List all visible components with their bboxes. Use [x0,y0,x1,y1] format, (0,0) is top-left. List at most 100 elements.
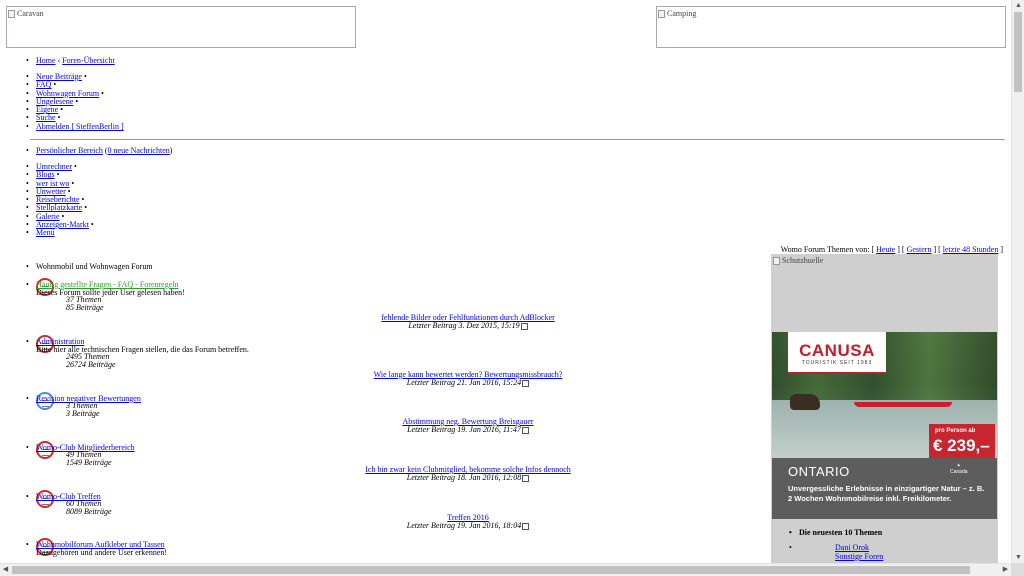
forum-stats: 3 Themen 3 Beiträge [66,401,100,419]
nav-separator: • [73,162,77,171]
list-item: Dani Orok Sonstige Foren [789,543,883,561]
bullet: • [26,540,29,549]
newest-topics-heading: Die neuesten 10 Themen [789,528,883,537]
sidebar-banner-alt: Schutzhuelle [782,256,824,265]
nav-link-logout[interactable]: Abmelden [ SteffenBerlin ] [36,122,124,131]
forum-posts-count: 8089 Beiträge [66,507,112,517]
category-title: Wohnmobil und Wohnwagen Forum [36,262,153,271]
recent-topics-prefix: Womo Forum Themen von: [780,245,870,254]
personal-nav: Persönlicher Bereich (0 neue Nachrichten… [26,146,173,155]
broken-image-icon [8,9,15,18]
last-post-time: Letzter Beitrag 19. Jan 2016, 18:04 [406,521,522,531]
canada-logo: ✦ Canada [950,463,968,475]
nav-separator: • [75,96,79,106]
caravan-banner-alt: Caravan [17,9,44,18]
forum-last-post: Abstimmung neg. Bewertung Breisgauer Let… [328,417,608,435]
scroll-up-icon[interactable]: ▲ [1014,1,1023,10]
breadcrumb-home-link[interactable]: Home [36,56,56,65]
nav-separator: • [71,178,75,188]
messages-link[interactable]: 0 neue Nachrichten [108,146,170,155]
nav-separator: • [60,105,64,115]
last-post-time: Letzter Beitrag 18. Jan 2016, 12:08 [406,473,522,483]
broken-image-icon [658,9,665,18]
recent-yesterday-link[interactable]: Gestern [907,245,932,254]
scroll-down-icon[interactable]: ▼ [1014,553,1023,562]
forum-row: • Administration Bitte hier alle technis… [26,335,766,393]
ad-logo-box: CANUSA TOURISTIK SEIT 1983 [788,332,886,374]
goto-last-post-icon[interactable] [522,379,530,387]
tools-item-menu: Menü [26,228,94,238]
nav-separator: • [84,203,88,213]
breadcrumb-item: Home ‹ Foren-Übersicht [26,56,115,65]
forum-description: Dieses Forum sollte jeder User gelesen h… [36,288,185,297]
ad-price-prefix: pro Person ab [935,428,976,434]
messages-close-paren: ) [169,146,173,155]
vertical-scrollbar[interactable]: ▲ ▼ [1011,0,1024,563]
forum-stats: 2495 Themen 26724 Beiträge [66,352,116,370]
forum-description: Dazugehören und andere User erkennen! [36,548,168,557]
ad-price: € 239,– [933,436,990,455]
tools-link-menu[interactable]: Menü [36,228,55,237]
horizontal-scroll-thumb[interactable] [12,566,970,574]
camping-banner-alt: Camping [667,9,697,18]
ad-region: ONTARIO [788,464,850,479]
nav-item-logout: Abmelden [ SteffenBerlin ] [26,122,124,131]
divider [30,139,1005,140]
ad-brand-sub: TOURISTIK SEIT 1983 [801,360,873,366]
goto-last-post-icon[interactable] [522,522,530,530]
canada-logo-text: Canada [950,469,968,475]
newest-topic-forum-link[interactable]: Sonstige Foren [799,552,883,561]
broken-image-icon [773,256,780,265]
camping-banner[interactable]: Camping [656,6,1006,48]
forum-row: • Wohnmobilforum Aufkleber und Tassen Da… [26,538,766,562]
forum-posts-count: 26724 Beiträge [66,360,116,370]
bullet: • [26,262,29,271]
sidebar-banner[interactable]: Schutzhuelle [773,256,823,265]
personal-item: Persönlicher Bereich (0 neue Nachrichten… [26,146,173,155]
vertical-scroll-thumb[interactable] [1014,12,1022,92]
recent-48h-link[interactable]: letzte 48 Stunden [943,245,999,254]
forum-stats: 60 Themen 8089 Beiträge [66,499,112,517]
bullet: • [26,280,29,289]
forum-row: • Womo-Club Mitgliederbereich 49 Themen … [26,441,766,499]
ad-text-panel: ONTARIO Unvergessliche Erlebnisse in ein… [772,458,997,519]
recent-topics-bar: Womo Forum Themen von: [ Heute ] [ Geste… [780,245,1003,254]
page: Caravan Camping Home ‹ Foren-Übersicht N… [0,0,1011,563]
bullet: • [26,394,29,403]
forum-stats: 49 Themen 1549 Beiträge [66,450,112,468]
recent-today-link[interactable]: Heute [876,245,895,254]
nav-separator: • [101,88,104,98]
forum-posts-count: 85 Beiträge [66,303,104,313]
personal-area-link[interactable]: Persönlicher Bereich [36,146,103,155]
bullet: • [26,492,29,501]
forum-last-post: Treffen 2016 Letzter Beitrag 19. Jan 201… [328,513,608,531]
bullet: • [26,443,29,452]
goto-last-post-icon[interactable] [521,426,529,434]
goto-last-post-icon[interactable] [520,322,528,330]
forum-posts-count: 3 Beiträge [66,409,100,419]
breadcrumb: Home ‹ Foren-Übersicht [26,56,115,65]
forum-stats: 37 Themen 85 Beiträge [66,295,104,313]
main-nav: Neue Beiträge• FAQ• Wohnwagen Forum• Ung… [26,72,124,131]
goto-last-post-icon[interactable] [522,474,530,482]
forum-last-post: fehlende Bilder oder Fehlfunktionen durc… [328,313,608,331]
forum-last-post: Ich bin zwar kein Clubmitglied, bekomme … [328,465,608,483]
moose-image [790,394,820,410]
forum-last-post: Wie lange kann bewertet werden? Bewertun… [328,370,608,388]
forum-row: • Revision negativer Bewertungen 3 Theme… [26,392,766,450]
horizontal-scrollbar[interactable]: ◀ ▶ [0,563,1011,576]
scrollbar-corner [1011,563,1024,576]
sidebar: Schutzhuelle CANUSA TOURISTIK SEIT 1983 … [771,254,998,563]
breadcrumb-forum-index-link[interactable]: Foren-Übersicht [62,56,114,65]
last-post-time: Letzter Beitrag 3. Dez 2015, 15:19 [408,321,520,331]
ad-brand-logo: CANUSA [799,341,875,360]
ad-tagline: Unvergessliche Erlebnisse in einzigartig… [788,484,985,503]
nav-separator: • [83,72,87,81]
canusa-ad[interactable]: CANUSA TOURISTIK SEIT 1983 pro Person ab… [772,332,997,519]
scroll-right-icon[interactable]: ▶ [1001,565,1010,574]
newest-topics-list: Die neuesten 10 Themen Dani Orok Sonstig… [789,528,883,561]
bullet: • [26,337,29,346]
caravan-banner[interactable]: Caravan [6,6,356,48]
canoe-image [854,402,952,407]
scroll-left-icon[interactable]: ◀ [1,565,10,574]
